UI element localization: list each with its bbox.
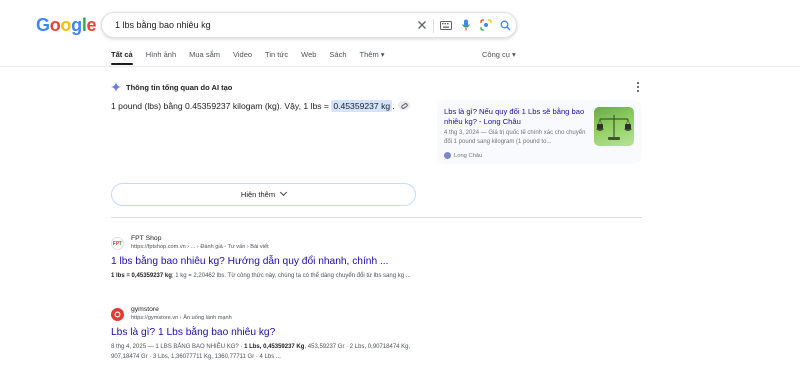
result-url: https://gymstore.vn › Ăn uống lành mạnh: [131, 315, 232, 321]
citation-link-icon[interactable]: [397, 101, 410, 111]
result-url: https://fptshop.com.vn › ... › Đánh giá …: [131, 244, 269, 250]
answer-highlight: 0.45359237 kg: [331, 100, 393, 112]
fpt-shop-favicon-icon: FPT: [111, 237, 124, 250]
google-results-page: Google 1 lbs bằng bao nhiêu kg Tất cả Hì…: [0, 0, 800, 367]
tab-books[interactable]: Sách: [329, 50, 346, 64]
result-site-name: gymstore: [131, 306, 159, 313]
show-more-button[interactable]: Hiện thêm: [111, 183, 416, 206]
clear-icon[interactable]: [415, 18, 429, 32]
more-vert-icon[interactable]: [634, 82, 642, 92]
ai-overview-answer: 1 pound (lbs) bằng 0.45359237 kilogam (k…: [111, 100, 410, 112]
tools-button[interactable]: Công cụ ▾: [482, 50, 516, 59]
result-snippet: 1 lbs = 0,45359237 kg; 1 kg = 2,20462 lb…: [111, 271, 421, 281]
snippet-date: 8 thg 4, 2025 — 1 LBS BẰNG BAO NHIÊU KG?…: [111, 344, 245, 350]
tab-more[interactable]: Thêm ▾: [360, 50, 385, 64]
result-source[interactable]: gymstore https://gymstore.vn › Ăn uống l…: [111, 306, 441, 324]
tab-web[interactable]: Web: [301, 50, 316, 64]
tab-shopping[interactable]: Mua sắm: [189, 50, 220, 64]
gemini-sparkle-icon: [111, 82, 121, 92]
snippet-bold: 1 lbs = 0,45359237 kg: [111, 273, 172, 279]
tab-news[interactable]: Tin tức: [265, 50, 288, 64]
keyboard-icon[interactable]: [439, 18, 453, 32]
result-snippet: 8 thg 4, 2025 — 1 LBS BẰNG BAO NHIÊU KG?…: [111, 342, 421, 362]
ai-overview-title: Thông tin tổng quan do AI tạo: [126, 82, 233, 92]
show-more-label: Hiện thêm: [240, 190, 276, 199]
snippet-text: ; 1 kg = 2,20462 lbs. Từ công thức này, …: [171, 273, 411, 279]
tab-videos[interactable]: Video: [233, 50, 252, 64]
source-card-title[interactable]: Lbs là gì? Nếu quy đổi 1 Lbs sẽ bằng bao…: [444, 107, 594, 127]
source-card-thumbnail: [594, 107, 634, 146]
search-icon[interactable]: [498, 18, 512, 32]
source-card-snippet: 4 thg 3, 2024 — Giá trị quốc tế chính xá…: [444, 130, 586, 145]
result-site-name: FPT Shop: [131, 235, 162, 242]
google-logo[interactable]: Google: [36, 15, 97, 36]
gymstore-favicon-icon: [111, 308, 124, 321]
long-chau-favicon-icon: [444, 152, 451, 159]
chevron-down-icon: [280, 188, 288, 197]
search-input[interactable]: 1 lbs bằng bao nhiêu kg: [115, 20, 211, 30]
answer-text: 1 pound (lbs) bằng 0.45359237 kilogam (k…: [111, 101, 332, 111]
mic-icon[interactable]: [459, 18, 473, 32]
search-result: FPT FPT Shop https://fptshop.com.vn › ..…: [111, 235, 441, 281]
search-tabs: Tất cả Hình ảnh Mua sắm Video Tin tức We…: [111, 50, 398, 65]
answer-suffix: .: [392, 101, 395, 111]
searchbox-divider: [433, 19, 434, 33]
ai-source-card[interactable]: Lbs là gì? Nếu quy đổi 1 Lbs sẽ bằng bao…: [437, 100, 641, 164]
search-result: gymstore https://gymstore.vn › Ăn uống l…: [111, 306, 441, 362]
tab-all[interactable]: Tất cả: [111, 50, 133, 65]
source-card-site-name: Long Châu: [454, 152, 483, 159]
search-box[interactable]: 1 lbs bằng bao nhiêu kg: [101, 12, 517, 38]
lens-icon[interactable]: [479, 18, 493, 32]
result-title-link[interactable]: Lbs là gì? 1 Lbs bằng bao nhiêu kg?: [111, 327, 441, 338]
result-source[interactable]: FPT FPT Shop https://fptshop.com.vn › ..…: [111, 235, 441, 253]
section-divider: [111, 217, 642, 218]
snippet-bold: 1 Lbs, 0,45359237 Kg: [244, 344, 305, 350]
tab-images[interactable]: Hình ảnh: [146, 50, 176, 64]
result-title-link[interactable]: 1 lbs bằng bao nhiêu kg? Hướng dẫn quy đ…: [111, 256, 441, 267]
source-card-site: Long Châu: [444, 152, 482, 159]
ai-overview-heading: Thông tin tổng quan do AI tạo: [111, 82, 232, 92]
header-divider: [0, 66, 800, 67]
